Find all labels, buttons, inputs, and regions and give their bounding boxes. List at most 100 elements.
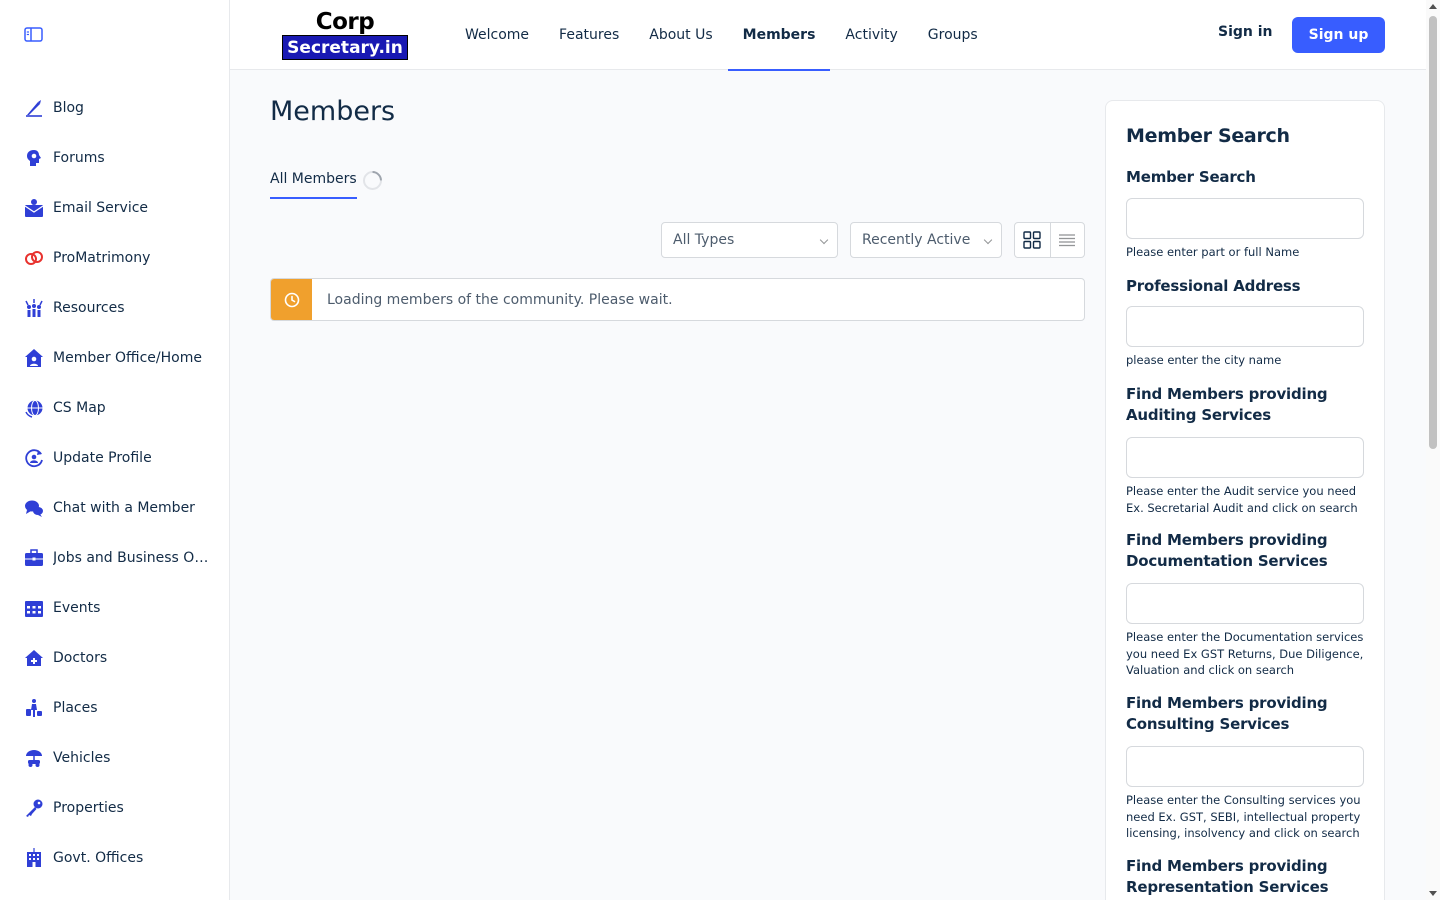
nav-activity[interactable]: Activity <box>830 0 912 70</box>
panel-title: Member Search <box>1126 125 1290 147</box>
sidebar-item-label: Resources <box>53 300 125 316</box>
sidebar-item-label: ProMatrimony <box>53 250 151 266</box>
globe-icon <box>24 398 44 418</box>
nav-members[interactable]: Members <box>727 0 831 71</box>
primary-nav: Welcome Features About Us Members Activi… <box>450 0 993 71</box>
sidebar-item-email-service[interactable]: Email Service <box>0 183 229 233</box>
logo-line-2: Secretary.in <box>282 35 408 60</box>
representation-services-label: Find Members providing Representation Se… <box>1126 857 1329 896</box>
documentation-services-label: Find Members providing Documentation Ser… <box>1126 531 1328 570</box>
list-view-button[interactable] <box>1049 223 1085 257</box>
sidebar-item-label: Govt. Offices <box>53 850 144 866</box>
sidebar-item-update-profile[interactable]: Update Profile <box>0 433 229 483</box>
sidebar-item-places[interactable]: Places <box>0 683 229 733</box>
auditing-services-help: Please enter the Audit service you need … <box>1126 484 1358 515</box>
quill-icon <box>24 98 44 118</box>
scroll-down-icon[interactable] <box>1429 891 1437 896</box>
member-type-select[interactable]: All Types <box>661 222 838 258</box>
member-search-input[interactable] <box>1126 198 1364 239</box>
sign-in-link[interactable]: Sign in <box>1218 24 1273 40</box>
sidebar-item-label: Properties <box>53 800 124 816</box>
logo-line-1: Corp <box>315 9 375 35</box>
scrollbar-thumb[interactable] <box>1429 16 1437 449</box>
sidebar-item-label: Update Profile <box>53 450 152 466</box>
documentation-services-input[interactable] <box>1126 583 1364 624</box>
auditing-services-input[interactable] <box>1126 437 1364 478</box>
traveler-icon <box>24 698 44 718</box>
sidebar-item-blog[interactable]: Blog <box>0 83 229 133</box>
professional-address-input[interactable] <box>1126 306 1364 347</box>
head-gear-icon <box>24 148 44 168</box>
briefcase-icon <box>24 548 44 568</box>
sidebar-item-label: Email Service <box>53 200 149 216</box>
sidebar-item-label: Forums <box>53 150 105 166</box>
consulting-services-help: Please enter the Consulting services you… <box>1126 793 1361 840</box>
documentation-services-help: Please enter the Documentation services … <box>1126 630 1364 677</box>
nav-features[interactable]: Features <box>544 0 634 70</box>
top-header: Corp Secretary.in Welcome Features About… <box>230 0 1426 71</box>
page-scrollbar[interactable] <box>1426 0 1440 900</box>
sidebar-item-promatrimony[interactable]: ProMatrimony <box>0 233 229 283</box>
vehicle-umbrella-icon <box>24 748 44 768</box>
member-search-panel: Member Search Member Search Please enter… <box>1105 100 1385 900</box>
sign-up-button[interactable]: Sign up <box>1292 17 1385 53</box>
chat-bubbles-icon <box>24 498 44 518</box>
sidebar-item-cs-map[interactable]: CS Map <box>0 383 229 433</box>
envelope-person-icon <box>24 198 44 218</box>
sidebar-item-resources[interactable]: Resources <box>0 283 229 333</box>
sidebar-item-events[interactable]: Events <box>0 583 229 633</box>
consulting-services-input[interactable] <box>1126 746 1364 787</box>
loading-spinner-icon <box>359 167 386 194</box>
site-logo[interactable]: Corp Secretary.in <box>282 9 408 60</box>
sidebar-item-forums[interactable]: Forums <box>0 133 229 183</box>
grid-icon <box>1023 231 1041 249</box>
sidebar-item-label: Member Office/Home <box>53 350 202 366</box>
sidebar-item-member-office-home[interactable]: Member Office/Home <box>0 333 229 383</box>
sidebar-item-jobs-and-business[interactable]: Jobs and Business Opp... <box>0 533 229 583</box>
scroll-up-icon[interactable] <box>1429 4 1437 9</box>
nav-welcome[interactable]: Welcome <box>450 0 544 70</box>
list-icon <box>1059 234 1076 247</box>
tab-all-members[interactable]: All Members <box>270 171 357 199</box>
key-icon <box>24 798 44 818</box>
consulting-services-label: Find Members providing Consulting Servic… <box>1126 694 1328 733</box>
sidebar-item-label: Vehicles <box>53 750 111 766</box>
rings-icon <box>24 248 44 268</box>
profile-refresh-icon <box>24 448 44 468</box>
professional-address-help: please enter the city name <box>1126 353 1282 367</box>
member-type-value: All Types <box>673 232 735 248</box>
sidebar-nav: Blog Forums Email Service ProMatrimony R… <box>0 83 229 883</box>
member-search-help: Please enter part or full Name <box>1126 245 1300 259</box>
sidebar-item-label: CS Map <box>53 400 106 416</box>
member-order-select[interactable]: Recently Active <box>850 222 1002 258</box>
sidebar-item-chat-with-a-member[interactable]: Chat with a Member <box>0 483 229 533</box>
sidebar-item-label: Chat with a Member <box>53 500 195 516</box>
medical-home-icon <box>24 648 44 668</box>
chevron-down-icon <box>983 235 993 245</box>
sidebar-item-label: Places <box>53 700 98 716</box>
building-icon <box>24 848 44 868</box>
clock-icon <box>271 279 312 320</box>
sidebar-item-doctors[interactable]: Doctors <box>0 633 229 683</box>
sidebar-item-label: Blog <box>53 100 84 116</box>
auditing-services-label: Find Members providing Auditing Services <box>1126 385 1328 424</box>
view-toggle <box>1014 222 1085 258</box>
loading-notice: Loading members of the community. Please… <box>270 278 1085 321</box>
professional-address-label: Professional Address <box>1126 277 1301 295</box>
grid-view-button[interactable] <box>1015 223 1050 257</box>
nav-groups[interactable]: Groups <box>913 0 993 70</box>
sidebar-item-label: Doctors <box>53 650 108 666</box>
sidebar-item-govt-offices[interactable]: Govt. Offices <box>0 833 229 883</box>
people-hands-icon <box>24 298 44 318</box>
sidebar-item-label: Events <box>53 600 101 616</box>
nav-about-us[interactable]: About Us <box>634 0 727 70</box>
sidebar: Blog Forums Email Service ProMatrimony R… <box>0 0 230 900</box>
page-title: Members <box>270 96 396 127</box>
chevron-down-icon <box>819 235 829 245</box>
sidebar-toggle-icon[interactable] <box>22 24 44 44</box>
sidebar-item-vehicles[interactable]: Vehicles <box>0 733 229 783</box>
sidebar-item-properties[interactable]: Properties <box>0 783 229 833</box>
member-search-label: Member Search <box>1126 168 1256 186</box>
calendar-icon <box>24 598 44 618</box>
member-order-value: Recently Active <box>862 232 971 248</box>
